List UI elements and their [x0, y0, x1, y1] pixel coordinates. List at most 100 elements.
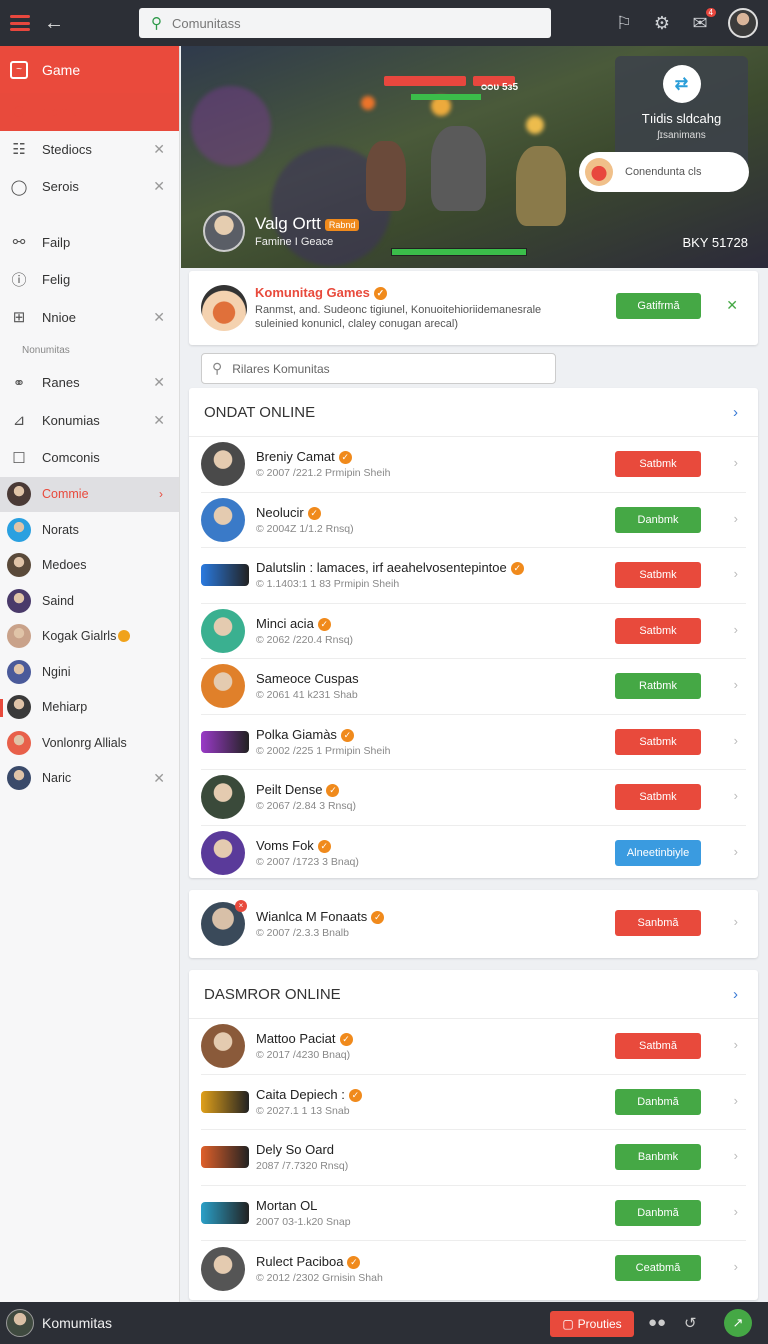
- sidebar-item-konumias[interactable]: ⊿ Konumias ✕: [0, 402, 179, 440]
- close-icon[interactable]: ✕: [153, 770, 165, 787]
- close-icon[interactable]: ✕: [726, 297, 738, 314]
- list-item[interactable]: Mortan OL 2007 03-1.k20 Snap Danbmă ›: [201, 1186, 746, 1241]
- chevron-right-icon[interactable]: ›: [733, 404, 738, 421]
- gear-icon[interactable]: ⚙: [652, 13, 672, 34]
- sidebar-item-failp[interactable]: ⚯ Failp: [0, 224, 179, 262]
- action-button[interactable]: Banbmk: [615, 1144, 701, 1170]
- sidebar-user-norats[interactable]: Norats: [0, 512, 179, 548]
- close-icon[interactable]: ✕: [153, 309, 165, 326]
- action-button[interactable]: Danbmk: [615, 506, 701, 533]
- sidebar-item-felig[interactable]: ⓘ Felig: [0, 261, 179, 299]
- community-title[interactable]: Komunitag Games: [255, 285, 370, 300]
- action-button[interactable]: Satbmk: [615, 562, 701, 588]
- sidebar-user-vonlonrg-allials[interactable]: Vonlonrg Allials: [0, 725, 179, 761]
- action-button[interactable]: Sanbmă: [615, 910, 701, 936]
- verified-badge-icon: ✓: [348, 1088, 362, 1102]
- chevron-right-icon[interactable]: ›: [734, 914, 738, 929]
- action-button[interactable]: Satbmă: [615, 1033, 701, 1059]
- action-button[interactable]: Ratbmk: [615, 673, 701, 699]
- sidebar-item-nnioe[interactable]: ⊞ Nnioe ✕: [0, 299, 179, 337]
- action-button[interactable]: Alneetinbiyle: [615, 839, 701, 866]
- bookmark-icon[interactable]: ⚐: [614, 13, 634, 34]
- action-button[interactable]: Satbmk: [615, 784, 701, 810]
- back-arrow-icon[interactable]: ←: [44, 12, 64, 35]
- list-item[interactable]: Polka Giamàs ✓ © 2002 /225 1 Prmipin Sheih…: [201, 715, 746, 770]
- sidebar-user-naric[interactable]: Naric ✕: [0, 761, 179, 797]
- sidebar-item-nomk[interactable]: ⚇ Nomk: [0, 93, 179, 131]
- close-icon[interactable]: ✕: [153, 374, 165, 391]
- chevron-right-icon[interactable]: ›: [734, 1093, 738, 1108]
- chevron-right-icon[interactable]: ›: [734, 455, 738, 470]
- chevron-right-icon[interactable]: ›: [733, 986, 738, 1003]
- game-logo: [201, 1201, 249, 1224]
- sidebar-item-game[interactable]: ~ Game: [0, 46, 179, 93]
- user-avatar[interactable]: [728, 8, 758, 38]
- join-button[interactable]: Gatifrmă: [616, 293, 701, 319]
- hero-banner[interactable]: ᴑᴑυ 5ɜ5 Valg Ortt Rabnd Famine I Geace BK…: [181, 46, 768, 268]
- desmror-list: DASMROR ONLINE › Mattoo Paciat ✓ © 2017 /4…: [189, 970, 758, 1300]
- member-name: Mortan OL: [256, 1197, 318, 1213]
- list-item[interactable]: Neolucir ✓ © 2004Z 1/1.2 Rnsq) Danbmk ›: [201, 493, 746, 548]
- list-item[interactable]: Dely So Oard 2087 /7.7320 Rnsq) Banbmk ›: [201, 1130, 746, 1186]
- properties-button[interactable]: ▢ Prouties: [550, 1311, 634, 1337]
- action-button[interactable]: Satbmk: [615, 728, 701, 755]
- sidebar-item-comconis[interactable]: ☐ Comconis: [0, 439, 179, 477]
- community-search[interactable]: ⚲ Rilares Komunitas: [201, 353, 556, 384]
- search-bar[interactable]: ⚲ Comunitass: [139, 8, 551, 38]
- refresh-icon[interactable]: ↺: [684, 1314, 697, 1332]
- sidebar-item-stediocs[interactable]: ☷ Stediocs ✕: [0, 131, 179, 169]
- notification-icon[interactable]: ✉ 4: [690, 7, 716, 34]
- chevron-right-icon[interactable]: ›: [734, 1148, 738, 1163]
- sidebar-user-label: Mehiarp: [42, 700, 88, 715]
- chevron-right-icon[interactable]: ›: [734, 788, 738, 803]
- close-icon[interactable]: ✕: [153, 141, 165, 158]
- action-button[interactable]: Satbmk: [615, 617, 701, 644]
- list-item[interactable]: Rulect Paciboa ✓ © 2012 /2302 Grnisin Shah…: [201, 1241, 746, 1297]
- list-item[interactable]: Minci acia ✓ © 2062 /220.4 Rnsq) Satbmk ›: [201, 604, 746, 659]
- chevron-right-icon[interactable]: ›: [734, 1259, 738, 1274]
- list-item[interactable]: Breniy Camat ✓ © 2007 /221.2 Prmipin Sheih…: [201, 437, 746, 493]
- sidebar-user-commie[interactable]: Commie ›: [0, 476, 179, 512]
- user-avatar[interactable]: [6, 1309, 34, 1337]
- member-meta: © 2004Z 1/1.2 Rnsq): [256, 522, 354, 535]
- sidebar-user-mehiarp[interactable]: Mehiarp: [0, 690, 179, 726]
- action-button[interactable]: Ceatbmă: [615, 1255, 701, 1281]
- hero-player[interactable]: Valg Ortt Rabnd Famine I Geace: [203, 210, 360, 252]
- sidebar-user-ngini[interactable]: Ngini: [0, 654, 179, 690]
- community-search-input[interactable]: Rilares Komunitas: [232, 362, 329, 376]
- chevron-right-icon[interactable]: ›: [734, 733, 738, 748]
- chevron-right-icon[interactable]: ›: [734, 566, 738, 581]
- chevron-right-icon[interactable]: ›: [734, 1204, 738, 1219]
- sidebar-user-kogak-gialrls[interactable]: Kogak Gialrls: [0, 619, 179, 655]
- list-item[interactable]: × Wianlca M Fonaats ✓ © 2007 /2.3.3 Bnalb…: [201, 896, 746, 952]
- list-item[interactable]: Peilt Dense ✓ © 2067 /2.84 3 Rnsq) Satbmk ›: [201, 770, 746, 826]
- verified-badge-icon: ✓: [338, 451, 352, 465]
- hero-community-pill[interactable]: Conendunta cls: [579, 152, 749, 192]
- share-icon[interactable]: ↗: [724, 1309, 752, 1337]
- action-button[interactable]: Danbmă: [615, 1199, 701, 1226]
- controller-icon[interactable]: ●●: [648, 1314, 666, 1331]
- square-icon: ⊞: [12, 309, 26, 327]
- verified-badge-icon: ✓: [371, 910, 385, 924]
- list-item[interactable]: Caita Depiech : ✓ © 2027.1 1 13 Snab Danbmă…: [201, 1075, 746, 1130]
- close-icon[interactable]: ✕: [153, 412, 165, 429]
- sidebar-item-serois[interactable]: ◯ Serois ✕: [0, 168, 179, 206]
- sidebar-item-ranes[interactable]: ⚭ Ranes ✕: [0, 364, 179, 402]
- chevron-right-icon[interactable]: ›: [734, 677, 738, 692]
- close-icon[interactable]: ✕: [153, 178, 165, 195]
- search-input[interactable]: Comunitass: [172, 16, 241, 31]
- list-item[interactable]: Sameoce Cuspas © 2061 41 k231 Shab Ratbmk ›: [201, 659, 746, 715]
- list-item[interactable]: Dalutslin : lamaces, irf aeahelvosentepi…: [201, 548, 746, 604]
- sidebar-user-saind[interactable]: Saind: [0, 583, 179, 619]
- chevron-right-icon[interactable]: ›: [734, 622, 738, 637]
- avatar: [7, 730, 31, 755]
- list-item[interactable]: Mattoo Paciat ✓ © 2017 /4230 Bnaq) Satbmă ›: [201, 1019, 746, 1075]
- menu-icon[interactable]: [10, 15, 30, 31]
- action-button[interactable]: Danbmă: [615, 1088, 701, 1115]
- chevron-right-icon[interactable]: ›: [734, 1037, 738, 1052]
- list-item[interactable]: Voms Fok ✓ © 2007 /1723 3 Bnaq) Alneetinbiy…: [201, 826, 746, 882]
- chevron-right-icon[interactable]: ›: [734, 844, 738, 859]
- sidebar-user-medoes[interactable]: Medoes: [0, 548, 179, 584]
- chevron-right-icon[interactable]: ›: [734, 511, 738, 526]
- action-button[interactable]: Satbmk: [615, 451, 701, 477]
